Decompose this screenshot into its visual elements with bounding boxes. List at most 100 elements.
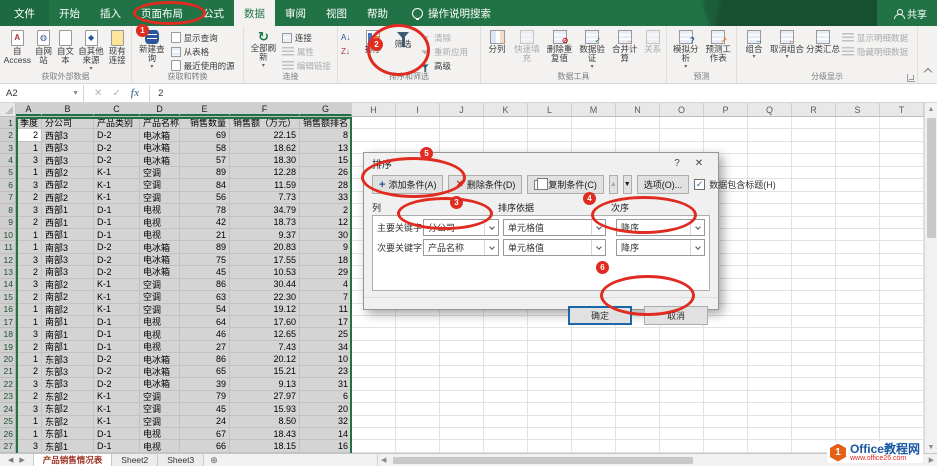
table-cell[interactable]: 2 — [16, 192, 42, 204]
empty-cell[interactable] — [836, 129, 880, 141]
table-cell[interactable]: K-1 — [94, 403, 140, 415]
reapply-button[interactable]: 重新应用 — [419, 45, 477, 58]
empty-cell[interactable] — [572, 328, 616, 340]
empty-cell[interactable] — [792, 391, 836, 403]
table-cell[interactable]: 67 — [180, 428, 230, 440]
sheet-tab-sheet2[interactable]: Sheet2 — [112, 454, 158, 466]
empty-cell[interactable] — [616, 117, 660, 129]
empty-cell[interactable] — [616, 391, 660, 403]
table-cell[interactable]: 电冰箱 — [140, 254, 180, 266]
scroll-up-icon[interactable]: ▲ — [928, 103, 935, 115]
empty-cell[interactable] — [748, 217, 792, 229]
table-cell[interactable]: 34.79 — [230, 204, 300, 216]
table-cell[interactable]: D-1 — [94, 204, 140, 216]
table-cell[interactable]: 3 — [16, 279, 42, 291]
chevron-down-icon[interactable] — [484, 240, 498, 255]
empty-cell[interactable] — [572, 117, 616, 129]
empty-cell[interactable] — [880, 328, 924, 340]
empty-cell[interactable] — [836, 378, 880, 390]
table-cell[interactable]: 30 — [300, 229, 352, 241]
table-cell[interactable]: 17 — [300, 316, 352, 328]
copy-condition-button[interactable]: 复制条件(C) — [527, 175, 604, 194]
tab-file[interactable]: 文件 — [0, 0, 49, 26]
table-cell[interactable]: 3 — [16, 204, 42, 216]
empty-cell[interactable] — [836, 304, 880, 316]
empty-cell[interactable] — [880, 316, 924, 328]
table-cell[interactable]: 东部3 — [42, 378, 94, 390]
table-cell[interactable]: K-1 — [94, 167, 140, 179]
empty-cell[interactable] — [528, 378, 572, 390]
empty-cell[interactable] — [880, 341, 924, 353]
advanced-filter-button[interactable]: 高级 — [419, 59, 477, 72]
row-header-26[interactable]: 26 — [0, 428, 16, 440]
table-cell[interactable]: 10.53 — [230, 266, 300, 278]
table-cell[interactable]: 西部3 — [42, 154, 94, 166]
move-up-button[interactable]: ▲ — [609, 175, 618, 194]
empty-cell[interactable] — [836, 291, 880, 303]
empty-cell[interactable] — [704, 366, 748, 378]
col-header-S[interactable]: S — [836, 103, 880, 116]
empty-cell[interactable] — [528, 328, 572, 340]
empty-cell[interactable] — [396, 391, 440, 403]
row-header-20[interactable]: 20 — [0, 353, 16, 365]
empty-cell[interactable] — [748, 378, 792, 390]
col-header-F[interactable]: F — [230, 103, 300, 116]
table-cell[interactable]: 电冰箱 — [140, 378, 180, 390]
table-cell[interactable]: 23 — [300, 366, 352, 378]
tab-formulas[interactable]: 公式 — [193, 0, 234, 26]
empty-cell[interactable] — [704, 328, 748, 340]
properties-button[interactable]: 属性 — [282, 45, 334, 58]
empty-cell[interactable] — [792, 341, 836, 353]
empty-cell[interactable] — [792, 179, 836, 191]
empty-cell[interactable] — [528, 403, 572, 415]
table-cell[interactable]: 西部2 — [42, 167, 94, 179]
table-cell[interactable]: 电视 — [140, 428, 180, 440]
options-button[interactable]: 选项(O)... — [637, 175, 690, 194]
table-cell[interactable]: K-1 — [94, 304, 140, 316]
table-cell[interactable]: 3 — [16, 378, 42, 390]
table-cell[interactable]: 南部1 — [42, 316, 94, 328]
empty-cell[interactable] — [792, 316, 836, 328]
table-cell[interactable]: 2 — [16, 391, 42, 403]
empty-cell[interactable] — [352, 117, 396, 129]
empty-cell[interactable] — [616, 341, 660, 353]
table-cell[interactable]: K-1 — [94, 291, 140, 303]
empty-cell[interactable] — [572, 416, 616, 428]
forecast-sheet-button[interactable]: ↗ 预测工作表 — [703, 28, 733, 72]
empty-cell[interactable] — [792, 167, 836, 179]
namebox-dropdown-icon[interactable]: ▼ — [72, 90, 79, 97]
empty-cell[interactable] — [880, 117, 924, 129]
empty-cell[interactable] — [748, 291, 792, 303]
empty-cell[interactable] — [528, 341, 572, 353]
table-cell[interactable]: 56 — [180, 192, 230, 204]
empty-cell[interactable] — [484, 403, 528, 415]
row-header-1[interactable]: 1 — [0, 117, 16, 129]
table-cell[interactable]: 南部2 — [42, 304, 94, 316]
from-access-button[interactable]: A 自 Access — [3, 28, 32, 72]
empty-cell[interactable] — [396, 328, 440, 340]
table-cell[interactable]: D-2 — [94, 378, 140, 390]
empty-cell[interactable] — [660, 440, 704, 452]
table-cell[interactable]: 10 — [300, 353, 352, 365]
empty-cell[interactable] — [792, 378, 836, 390]
empty-cell[interactable] — [748, 328, 792, 340]
table-cell[interactable]: 32 — [300, 416, 352, 428]
table-cell[interactable]: 1 — [16, 167, 42, 179]
insert-function-icon[interactable]: fx — [131, 88, 139, 99]
table-cell[interactable]: 86 — [180, 353, 230, 365]
table-cell[interactable]: 18.73 — [230, 217, 300, 229]
empty-cell[interactable] — [440, 117, 484, 129]
empty-cell[interactable] — [704, 403, 748, 415]
chevron-down-icon[interactable] — [484, 220, 498, 235]
table-cell[interactable]: 电视 — [140, 341, 180, 353]
table-cell[interactable]: 电视 — [140, 328, 180, 340]
row-header-24[interactable]: 24 — [0, 403, 16, 415]
empty-cell[interactable] — [880, 279, 924, 291]
empty-cell[interactable] — [748, 279, 792, 291]
row-header-21[interactable]: 21 — [0, 366, 16, 378]
table-cell[interactable]: 15 — [300, 154, 352, 166]
empty-cell[interactable] — [748, 440, 792, 452]
empty-cell[interactable] — [748, 391, 792, 403]
table-cell[interactable]: 13 — [300, 142, 352, 154]
empty-cell[interactable] — [572, 366, 616, 378]
